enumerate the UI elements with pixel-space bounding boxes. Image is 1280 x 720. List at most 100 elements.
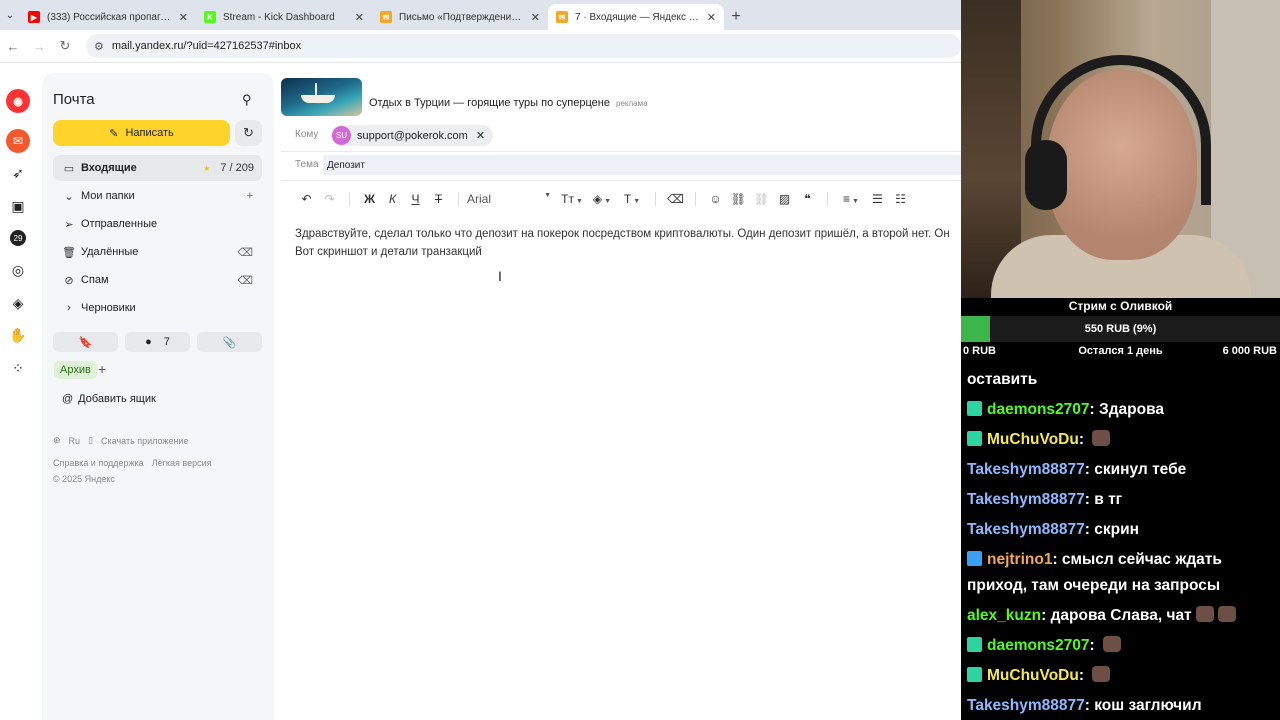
remove-recipient-icon[interactable]: ✕	[476, 129, 485, 142]
bold-icon[interactable]: Ж	[358, 192, 381, 206]
browser-tab[interactable]: ▶ (333) Российская пропаганда ✕	[20, 4, 196, 30]
close-tab-icon[interactable]: ✕	[179, 11, 188, 24]
chat-username[interactable]: Takeshym88877	[967, 491, 1085, 508]
goal-min: 0 RUB	[963, 345, 997, 357]
folder-action-icon[interactable]: +	[247, 190, 253, 202]
chat-username[interactable]: daemons2707	[987, 401, 1090, 418]
separator	[458, 192, 459, 206]
site-info-icon[interactable]: ⚙	[94, 40, 104, 53]
chat-emote-icon	[1217, 606, 1236, 622]
subject-input[interactable]: Депозит	[323, 155, 961, 175]
folder-my-folders[interactable]: ⌄ Мои папки +	[53, 183, 262, 209]
strikethrough-icon[interactable]: Т	[427, 192, 450, 206]
webcam-feed	[961, 0, 1280, 298]
close-tab-icon[interactable]: ✕	[531, 11, 540, 24]
chat-message: MuChuVoDu:	[967, 663, 1277, 689]
refresh-button[interactable]: ↻	[235, 120, 262, 146]
clear-format-icon[interactable]: ⌫	[664, 192, 687, 206]
message-body[interactable]: Здравствуйте, сделал только что депозит …	[295, 225, 961, 261]
download-app-link[interactable]: Скачать приложение	[101, 436, 188, 446]
all-services-icon[interactable]: ⁘	[8, 358, 28, 378]
link-icon[interactable]: ⛓	[727, 192, 750, 206]
chat-username[interactable]: MuChuVoDu	[987, 667, 1079, 684]
browser-tab[interactable]: ✉ Письмо «Подтверждение депо ✕	[372, 4, 548, 30]
browser-tab[interactable]: ✉ 7 · Входящие — Яндекс Почта ✕	[548, 4, 724, 30]
chat-text: : скинул тебе	[1084, 461, 1187, 478]
emoji-icon[interactable]: ☺	[704, 192, 727, 206]
at-icon: @	[62, 393, 74, 405]
chat-username[interactable]: MuChuVoDu	[987, 431, 1079, 448]
notes-icon[interactable]: ◈	[8, 293, 28, 313]
calendar-icon[interactable]: 29	[10, 230, 26, 246]
underline-icon[interactable]: Ч	[404, 192, 427, 206]
add-label-icon[interactable]: +	[98, 361, 106, 377]
yandex-logo-icon[interactable]: ◉	[6, 89, 30, 113]
add-mailbox-link[interactable]: @ Добавить ящик	[62, 393, 156, 405]
chat-username[interactable]: Takeshym88877	[967, 461, 1085, 478]
chat-username[interactable]: nejtrino1	[987, 551, 1052, 568]
phone-icon: ▯	[88, 435, 94, 445]
goal-title: Стрим с Оливкой	[1068, 299, 1173, 313]
folder-label: Отправленные	[81, 218, 158, 230]
chat-username[interactable]: Takeshym88877	[967, 521, 1085, 538]
tab-label: Stream - Kick Dashboard	[223, 11, 335, 23]
numbered-list-icon[interactable]: ☷	[889, 192, 912, 206]
reload-icon[interactable]: ↻	[52, 33, 78, 59]
archive-label[interactable]: Архив	[54, 361, 97, 379]
chevron-down-icon: ⌄	[64, 190, 74, 203]
folder-sent[interactable]: ➢ Отправленные	[53, 211, 262, 237]
lite-version-link[interactable]: Лёгкая версия	[152, 458, 212, 468]
quote-icon[interactable]: ❝	[796, 192, 819, 206]
image-icon[interactable]: ▨	[773, 192, 796, 206]
language-link[interactable]: Ru	[69, 436, 81, 446]
folder-label: Мои папки	[81, 190, 135, 202]
text-color-icon[interactable]: T ▼	[617, 192, 647, 206]
font-size-icon[interactable]: Tт ▼	[557, 192, 587, 206]
zen-icon[interactable]: ✋	[8, 325, 28, 345]
address-bar[interactable]: ⚙ mail.yandex.ru/?uid=427162537#inbox	[86, 34, 961, 58]
align-icon[interactable]: ≡ ▼	[836, 192, 866, 206]
italic-icon[interactable]: К	[381, 192, 404, 206]
browser-tab[interactable]: K Stream - Kick Dashboard ✕	[196, 4, 372, 30]
folder-action-icon[interactable]: ⌫	[237, 274, 253, 287]
tab-search-chevron-icon[interactable]: ⌄	[0, 0, 20, 30]
to-label: Кому	[295, 129, 319, 140]
attachment-filter-button[interactable]: 📎	[197, 332, 262, 352]
close-tab-icon[interactable]: ✕	[355, 11, 364, 24]
compose-button[interactable]: ✎ Написать	[53, 120, 230, 146]
fill-color-icon[interactable]: ◈ ▼	[587, 192, 617, 206]
folder-spam[interactable]: ⊘ Спам ⌫	[53, 267, 262, 293]
chat-text: : дарова Слава, чат	[1041, 607, 1192, 624]
chat-message: alex_kuzn: дарова Слава, чат	[967, 603, 1277, 629]
ad-banner[interactable]: Отдых в Турции — горящие туры по суперце…	[281, 78, 961, 116]
unlink-icon[interactable]: ⛓	[750, 192, 773, 206]
mail-icon[interactable]: ✉	[6, 129, 30, 153]
chat-text: : смысл сейчас ждать	[1052, 551, 1222, 568]
chat-username[interactable]: alex_kuzn	[967, 607, 1041, 624]
font-family-select[interactable]: Arial ▼	[467, 192, 557, 206]
trash-icon: 🗑	[62, 246, 76, 259]
unread-filter-button[interactable]: ● 7	[125, 332, 190, 352]
folder-inbox[interactable]: ▭ Входящие ★ 7 / 209	[53, 155, 262, 181]
redo-icon[interactable]: ↷	[318, 192, 341, 206]
undo-icon[interactable]: ↶	[295, 192, 318, 206]
forward-icon[interactable]: →	[26, 33, 52, 59]
recipient-chip[interactable]: SU support@pokerok.com ✕	[331, 125, 494, 146]
chat-message: nejtrino1: смысл сейчас ждать	[967, 547, 1277, 573]
chat-username[interactable]: Takeshym88877	[967, 697, 1085, 714]
help-link[interactable]: Справка и поддержка	[53, 458, 144, 468]
chat-username[interactable]: daemons2707	[987, 637, 1090, 654]
disk-icon[interactable]: ▣	[8, 196, 28, 216]
folder-deleted[interactable]: 🗑 Удалённые ⌫	[53, 239, 262, 265]
messenger-icon[interactable]: ➶	[8, 163, 28, 183]
bullet-list-icon[interactable]: ☰	[866, 192, 889, 206]
folder-action-icon[interactable]: ⌫	[237, 246, 253, 259]
search-icon[interactable]: ⚲	[242, 92, 252, 108]
bookmark-filter-button[interactable]: 🔖	[53, 332, 118, 352]
telemost-icon[interactable]: ◎	[8, 260, 28, 280]
chat-badge-icon	[967, 431, 982, 446]
close-tab-icon[interactable]: ✕	[707, 11, 716, 24]
folder-drafts[interactable]: › Черновики	[53, 295, 262, 321]
back-icon[interactable]: ←	[0, 33, 26, 59]
new-tab-button[interactable]: +	[724, 4, 748, 30]
